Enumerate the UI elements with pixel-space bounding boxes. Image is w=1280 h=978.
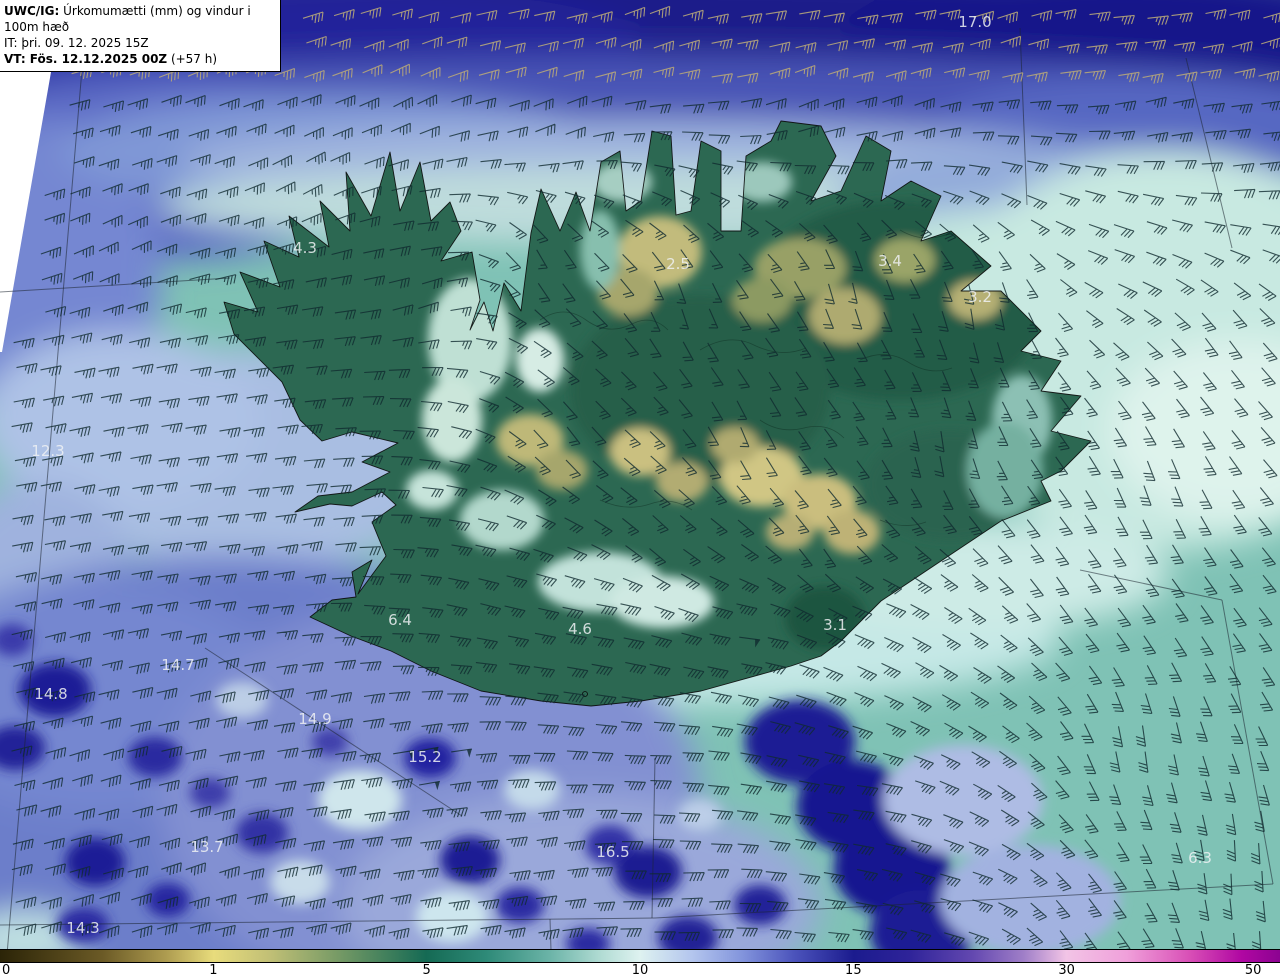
precip-cell — [318, 770, 402, 830]
precip-value-label: 16.5 — [596, 843, 629, 861]
precip-value-label: 12.3 — [31, 442, 64, 460]
colorbar: 0 1 5 10 15 30 50 — [0, 949, 1280, 978]
weather-map: 17.0 4.3 2.5 3.4 3.2 12.3 6.4 4.6 3.1 14.7 14.8 14.… — [0, 0, 1280, 978]
colorbar-tick-label: 30 — [1058, 963, 1075, 978]
precip-value-label: 14.8 — [34, 685, 67, 703]
precip-value-label: 3.4 — [878, 252, 902, 270]
precip-value-label: 13.7 — [190, 838, 223, 856]
precip-value-label: 2.5 — [666, 255, 690, 273]
colorbar-tick-label: 50 — [1244, 963, 1262, 978]
chart-title: UWC/IG: Úrkomumætti (mm) og vindur i 100… — [4, 3, 274, 35]
terrain-patch — [824, 510, 880, 554]
terrain-patch — [406, 470, 458, 510]
terrain-patch — [967, 422, 1043, 518]
precip-value-label: 14.9 — [298, 710, 331, 728]
precip-cell — [496, 887, 544, 923]
precip-value-label: 6.3 — [1188, 849, 1212, 867]
precip-value-label: 17.0 — [958, 13, 991, 31]
precip-cell — [270, 860, 330, 904]
terrain-patch — [422, 378, 482, 462]
precip-value-label: 14.3 — [66, 919, 99, 937]
precip-value-label: 15.2 — [408, 748, 441, 766]
precip-value-label: 14.7 — [161, 656, 194, 674]
precip-cell — [883, 745, 1043, 855]
precip-cell — [190, 778, 230, 808]
colorbar-tick-label: 10 — [631, 963, 649, 978]
init-time: IT: þri. 09. 12. 2025 15Z — [4, 36, 149, 50]
colorbar-tick-label: 5 — [422, 963, 431, 978]
precip-value-label: 3.2 — [968, 288, 992, 306]
island — [582, 691, 588, 697]
precip-cell — [416, 891, 488, 943]
model-id: UWC/IG: — [4, 4, 60, 18]
precip-cell — [940, 845, 1120, 955]
valid-time: VT: Fös. 12.12.2025 00Z (+57 h) — [4, 51, 274, 67]
weather-chart-page: 17.0 4.3 2.5 3.4 3.2 12.3 6.4 4.6 3.1 14.7 14.8 14.… — [0, 0, 1280, 978]
colorbar-tick-label: 0 — [2, 963, 11, 978]
precip-cell — [504, 770, 560, 810]
colorbar-tick-labels: 0 1 5 10 15 30 50 — [0, 963, 1280, 978]
precip-cell — [65, 838, 125, 886]
precip-cell — [236, 813, 288, 853]
precip-value-label: 4.3 — [293, 239, 317, 257]
colorbar-gradient — [0, 949, 1280, 963]
title-box: UWC/IG: Úrkomumætti (mm) og vindur i 100… — [0, 0, 281, 72]
terrain-patch — [809, 288, 881, 344]
terrain-patch — [580, 210, 620, 290]
colorbar-tick-label: 15 — [845, 963, 862, 978]
terrain-patch — [732, 278, 792, 322]
precip-value-label: 4.6 — [568, 620, 592, 638]
valid-time-bold: VT: Fös. 12.12.2025 00Z — [4, 52, 168, 66]
terrain-patch — [460, 490, 544, 550]
colorbar-tick-label: 1 — [209, 963, 218, 978]
forecast-offset: (+57 h) — [167, 52, 218, 66]
precip-value-label: 3.1 — [823, 616, 847, 634]
precip-value-label: 6.4 — [388, 611, 412, 629]
